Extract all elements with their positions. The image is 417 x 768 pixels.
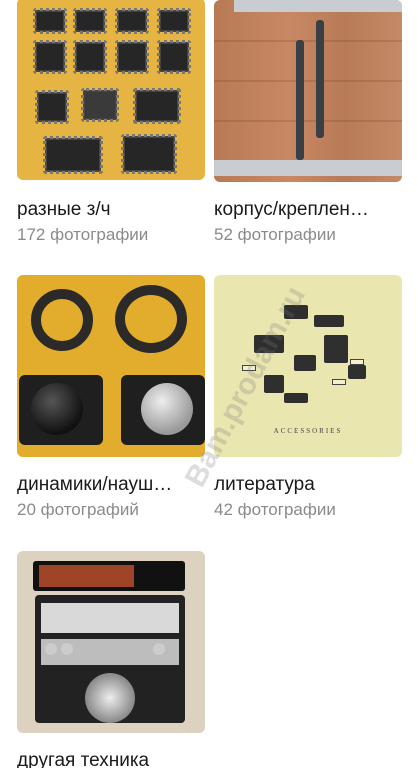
accessory-image xyxy=(314,315,344,327)
label-tag xyxy=(350,359,364,365)
label-tag xyxy=(242,365,256,371)
album-title: корпус/креплен… xyxy=(214,199,369,220)
speaker-image xyxy=(19,375,103,445)
rail-image xyxy=(234,0,402,12)
chip-image xyxy=(115,40,149,74)
wood-grain xyxy=(214,40,402,42)
chip-image xyxy=(157,40,191,74)
album-title: другая техника xyxy=(17,750,150,768)
wood-grain xyxy=(214,120,402,122)
earpad-image xyxy=(31,289,93,351)
chip-image xyxy=(73,40,107,74)
accessory-image xyxy=(294,355,316,371)
album-card-literatura[interactable]: ACCESSORIES литература 42 фотографии xyxy=(214,275,402,521)
album-thumbnail[interactable]: ACCESSORIES xyxy=(214,275,402,457)
album-photo-count: 42 фотографии xyxy=(214,500,336,519)
rod-image xyxy=(316,20,324,138)
chip-image xyxy=(121,134,177,174)
album-title: литература xyxy=(214,474,315,495)
cover-caption: ACCESSORIES xyxy=(273,427,343,435)
album-thumbnail[interactable] xyxy=(214,0,402,182)
speaker-cone xyxy=(141,383,193,435)
chip-image xyxy=(157,8,191,34)
album-thumbnail[interactable] xyxy=(17,551,205,733)
earpad-image xyxy=(115,285,187,353)
chip-image xyxy=(33,8,67,34)
wood-grain xyxy=(214,80,402,82)
label-tag xyxy=(332,379,346,385)
album-photo-count: 52 фотографии xyxy=(214,225,336,244)
album-card-drugaya-tehnika[interactable]: другая техника xyxy=(17,551,205,768)
chip-image xyxy=(35,90,69,124)
chip-image xyxy=(133,88,181,124)
accessory-image xyxy=(324,335,348,363)
knob-image xyxy=(61,643,73,655)
rail-image xyxy=(214,160,402,176)
speaker-image xyxy=(121,375,205,445)
radio-map-image xyxy=(39,565,134,587)
chip-image xyxy=(115,8,149,34)
album-title: разные з/ч xyxy=(17,199,111,220)
chip-image xyxy=(81,88,119,122)
knob-image xyxy=(153,643,165,655)
chip-image xyxy=(43,136,103,174)
accessory-image xyxy=(264,375,284,393)
album-thumbnail[interactable] xyxy=(17,275,205,457)
album-card-korpus[interactable]: корпус/креплен… 52 фотографии xyxy=(214,0,402,246)
radio-scale xyxy=(41,603,179,633)
accessory-image xyxy=(284,393,308,403)
speaker-cone xyxy=(31,383,83,435)
album-card-raznye[interactable]: разные з/ч 172 фотографии xyxy=(17,0,205,246)
chip-image xyxy=(33,40,67,74)
chip-image xyxy=(73,8,107,34)
rod-image xyxy=(296,40,304,160)
album-thumbnail[interactable] xyxy=(17,0,205,180)
accessory-image xyxy=(254,335,284,353)
accessory-image xyxy=(348,365,366,379)
album-title: динамики/науш… xyxy=(17,474,173,495)
accessory-image xyxy=(284,305,308,319)
album-card-dinamiki[interactable]: динамики/науш… 20 фотографий xyxy=(17,275,205,521)
knob-image xyxy=(45,643,57,655)
album-photo-count: 172 фотографии xyxy=(17,225,149,244)
radio-dial xyxy=(85,673,135,723)
album-photo-count: 20 фотографий xyxy=(17,500,139,519)
album-grid: разные з/ч 172 фотографии корпус/креплен… xyxy=(0,0,417,768)
